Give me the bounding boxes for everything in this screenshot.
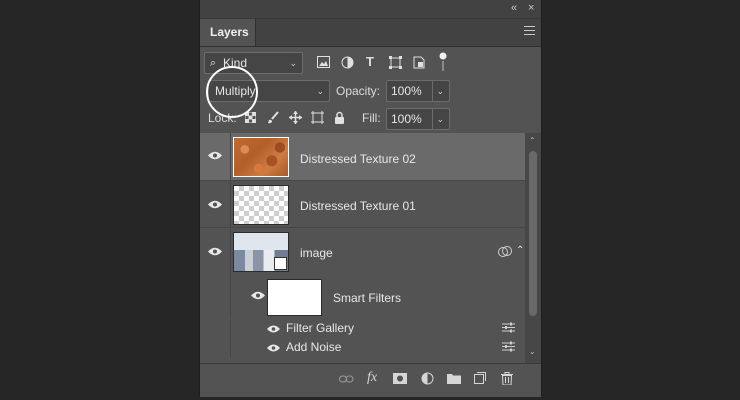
shape-filter-icon[interactable] xyxy=(389,56,402,72)
close-panel-button[interactable]: × xyxy=(528,2,534,14)
opacity-value: 100% xyxy=(391,84,422,98)
layer-name[interactable]: Smart Filters xyxy=(333,291,401,305)
layer-thumbnail[interactable] xyxy=(233,185,289,225)
highlight-circle-annotation xyxy=(206,66,258,118)
visibility-column xyxy=(200,181,231,227)
pixel-filter-icon[interactable] xyxy=(317,56,330,71)
filter-options-icon[interactable] xyxy=(502,322,515,336)
new-layer-icon[interactable] xyxy=(474,372,486,387)
search-icon: ⌕ xyxy=(210,57,217,69)
layers-list: Distressed Texture 02 Distressed Texture… xyxy=(200,133,541,363)
smart-object-badge-icon xyxy=(274,257,287,270)
fill-field[interactable]: 100% ⌄ xyxy=(386,108,450,130)
lock-all-icon[interactable] xyxy=(334,111,345,127)
opacity-field[interactable]: 100% ⌄ xyxy=(386,80,450,102)
lock-transparent-icon[interactable] xyxy=(244,111,257,126)
layer-row[interactable]: Distressed Texture 01 xyxy=(200,181,525,228)
adjustment-layer-icon[interactable] xyxy=(421,372,434,388)
visibility-column xyxy=(200,319,231,338)
lock-image-icon[interactable] xyxy=(267,111,279,127)
panel-title-strip: « × xyxy=(200,0,541,19)
smart-filters-row[interactable]: Smart Filters xyxy=(200,275,525,317)
tab-bar: Layers xyxy=(200,19,541,47)
layer-thumbnail[interactable] xyxy=(233,137,289,177)
filter-mask-thumbnail[interactable] xyxy=(267,279,322,316)
chevron-down-icon: ⌄ xyxy=(316,86,324,96)
layer-thumbnail[interactable] xyxy=(233,232,289,272)
link-layers-icon[interactable] xyxy=(339,372,354,387)
filter-toggle-icon[interactable] xyxy=(439,52,447,75)
filter-row[interactable]: Filter Gallery xyxy=(200,319,525,338)
layers-scrollbar[interactable]: ⌃ ⌄ xyxy=(525,133,541,363)
chevron-down-icon: ⌄ xyxy=(432,81,444,101)
trash-icon[interactable] xyxy=(501,372,513,388)
fill-value: 100% xyxy=(391,112,422,126)
scrollbar-thumb[interactable] xyxy=(529,151,537,316)
eye-icon[interactable] xyxy=(208,151,222,163)
visibility-column xyxy=(200,228,231,275)
layer-row[interactable]: image ⌃ xyxy=(200,228,525,275)
smart-filter-indicator-icon[interactable] xyxy=(498,246,512,261)
layer-name[interactable]: Distressed Texture 01 xyxy=(300,199,416,213)
tab-layers[interactable]: Layers xyxy=(200,19,256,46)
filter-row[interactable]: Add Noise xyxy=(200,338,525,357)
group-folder-icon[interactable] xyxy=(447,372,461,387)
visibility-column xyxy=(200,133,231,180)
lock-artboard-icon[interactable] xyxy=(311,111,324,127)
chevron-down-icon: ⌄ xyxy=(432,109,444,129)
lock-position-icon[interactable] xyxy=(289,111,302,127)
visibility-column xyxy=(200,338,231,357)
add-mask-icon[interactable] xyxy=(393,372,407,387)
scroll-down-arrow-icon[interactable]: ⌄ xyxy=(529,347,536,356)
hamburger-icon[interactable] xyxy=(524,26,535,37)
eye-icon[interactable] xyxy=(267,324,280,336)
opacity-label: Opacity: xyxy=(336,84,381,98)
eye-icon[interactable] xyxy=(208,247,222,259)
eye-icon[interactable] xyxy=(251,291,265,303)
layers-bottom-toolbar: fx xyxy=(200,363,541,397)
filter-options-icon[interactable] xyxy=(502,341,515,355)
fill-label: Fill: xyxy=(362,111,381,125)
eye-icon[interactable] xyxy=(208,200,222,212)
layer-row[interactable]: Distressed Texture 02 xyxy=(200,133,525,181)
type-filter-icon[interactable]: T xyxy=(366,55,374,69)
collapse-panel-button[interactable]: « xyxy=(511,2,517,14)
layer-name[interactable]: image xyxy=(300,246,333,260)
eye-icon[interactable] xyxy=(267,343,280,355)
adjustment-filter-icon[interactable] xyxy=(341,56,354,72)
layers-panel: « × Layers ⌕ Kind ⌄ T Multiply ⌄ Opacity… xyxy=(199,0,542,397)
scroll-up-arrow-icon[interactable]: ⌃ xyxy=(529,136,536,145)
smart-object-filter-icon[interactable] xyxy=(413,56,425,72)
layer-name[interactable]: Distressed Texture 02 xyxy=(300,152,416,166)
chevron-down-icon: ⌄ xyxy=(289,58,297,68)
filter-name[interactable]: Filter Gallery xyxy=(286,321,354,335)
visibility-column xyxy=(200,275,231,317)
fx-icon[interactable]: fx xyxy=(367,370,377,386)
filter-name[interactable]: Add Noise xyxy=(286,340,341,354)
chevron-up-icon[interactable]: ⌃ xyxy=(516,244,524,258)
